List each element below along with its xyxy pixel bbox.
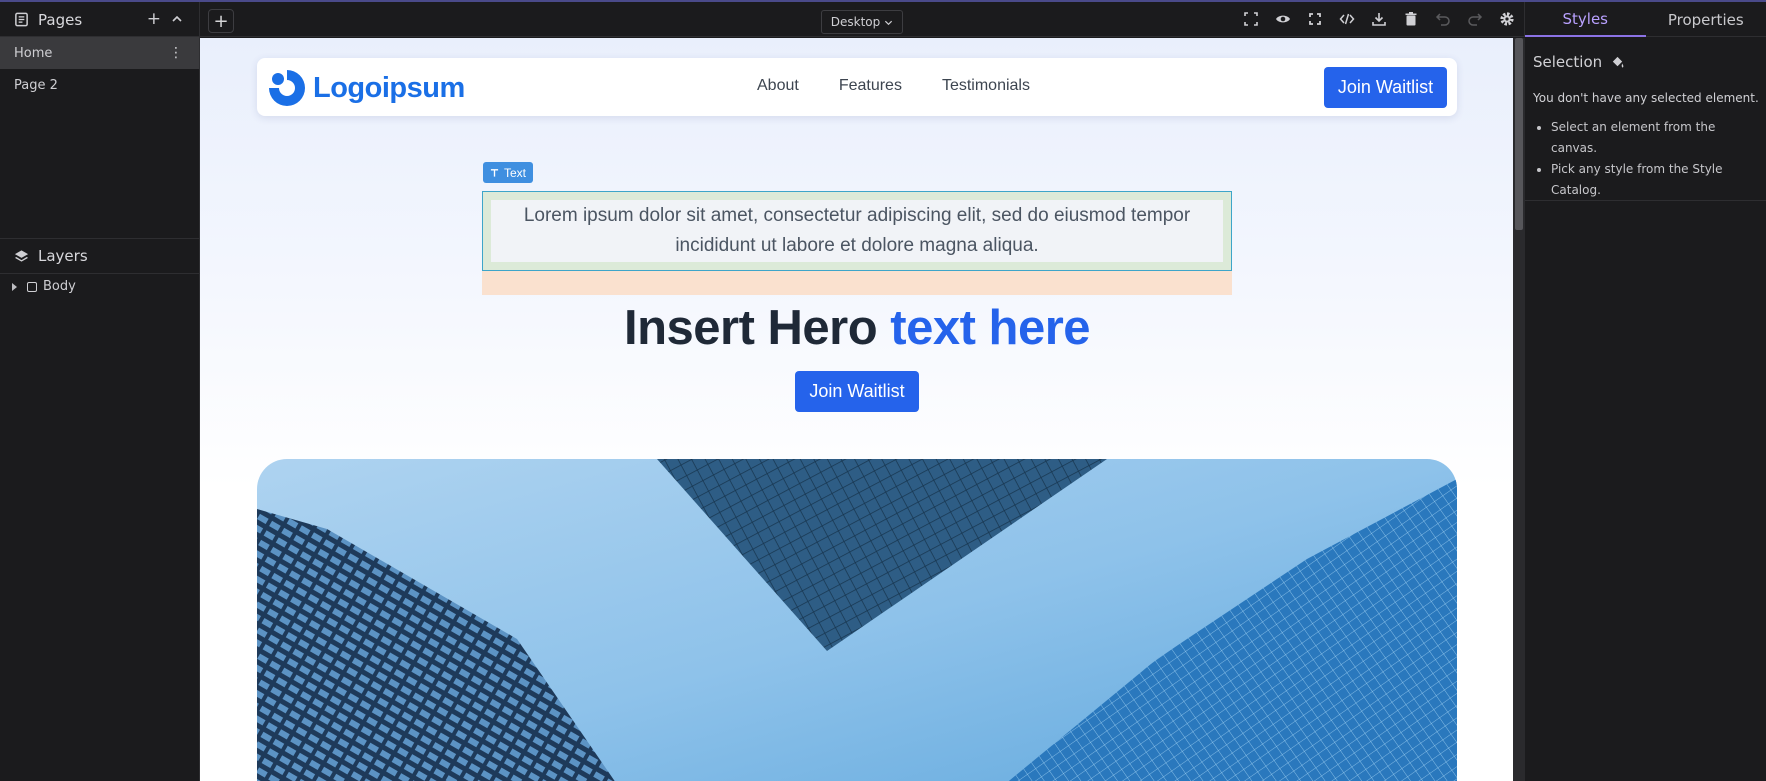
download-icon[interactable] [1370,10,1388,28]
undo-icon[interactable] [1434,10,1452,28]
delete-icon[interactable] [1402,10,1420,28]
nav-link-about[interactable]: About [757,77,799,95]
hero-title-plain: Insert Hero [623,301,878,355]
layers-icon [14,249,29,262]
badge-label: Text [504,165,527,180]
page-label: Page 2 [14,77,58,93]
pages-panel-header: Pages + [0,2,200,37]
hero-image[interactable] [257,459,1457,781]
expand-caret-icon[interactable] [12,282,17,291]
page-item-page-2[interactable]: Page 2 [0,69,199,101]
paint-bucket-icon [1612,56,1624,68]
preview-eye-icon[interactable] [1274,10,1292,28]
no-selection-message: You don't have any selected element. [1533,91,1759,105]
scrollbar-thumb[interactable] [1515,38,1523,230]
margin-highlight [482,271,1232,295]
site-logo[interactable]: Logoipsum [267,68,465,108]
page-item-home[interactable]: Home ⋮ [0,37,199,69]
selection-label: Selection [1533,53,1603,71]
selection-hints: Select an element from the canvas. Pick … [1551,117,1761,201]
nav-link-testimonials[interactable]: Testimonials [942,77,1030,95]
nav-join-waitlist-button[interactable]: Join Waitlist [1324,67,1447,108]
divider [1525,200,1766,201]
box-icon [27,281,37,292]
selection-header: Selection [1533,53,1625,71]
canvas-tools [1242,10,1516,28]
logo-mark-icon [269,70,305,106]
device-select-value: Desktop [830,15,881,29]
hero-join-waitlist-button[interactable]: Join Waitlist [795,371,919,412]
page-label: Home [14,45,53,61]
select-outline-icon[interactable] [1242,10,1260,28]
selected-text-element[interactable]: Lorem ipsum dolor sit amet, consectetur … [482,191,1232,271]
hero-title-accent: text here [890,301,1091,355]
settings-icon[interactable] [1498,10,1516,28]
chevron-down-icon [885,20,893,25]
layer-label: Body [43,279,76,294]
redo-icon[interactable] [1466,10,1484,28]
site-navbar[interactable]: Logoipsum About Features Testimonials Jo… [257,58,1457,116]
device-select[interactable]: Desktop [821,10,903,34]
pages-title: Pages [38,10,83,29]
add-page-icon[interactable]: + [147,11,161,28]
more-options-icon[interactable]: ⋮ [169,45,183,61]
hero-title[interactable]: Insert Hero text here [257,300,1457,356]
editor-app: Pages + + Desktop Styles Properties Home… [0,0,1766,781]
logo-text: Logoipsum [313,71,465,104]
layer-item-body[interactable]: Body [12,279,76,294]
code-icon[interactable] [1338,10,1356,28]
layers-title: Layers [38,247,88,265]
fullscreen-icon[interactable] [1306,10,1324,28]
selected-element-badge: Text [483,162,534,183]
right-panel-tabs: Styles Properties [1524,2,1766,37]
tab-styles[interactable]: Styles [1525,2,1646,37]
nav-links: About Features Testimonials [757,77,1030,95]
left-sidebar: Home ⋮ Page 2 Layers Body [0,37,200,781]
skyscraper-image [257,459,1457,781]
hero-subtext[interactable]: Lorem ipsum dolor sit amet, consectetur … [491,200,1223,262]
hint-item: Select an element from the canvas. [1551,117,1761,159]
layers-panel-header: Layers [0,238,200,274]
tab-properties[interactable]: Properties [1646,2,1766,37]
pages-icon [15,12,28,27]
nav-link-features[interactable]: Features [839,77,902,95]
canvas-scrollbar[interactable] [1513,38,1525,781]
top-toolbar: Pages + + Desktop Styles Properties [0,0,1766,37]
add-block-button[interactable]: + [208,9,234,33]
text-type-icon [490,168,499,177]
right-sidebar: Selection You don't have any selected el… [1525,37,1766,781]
collapse-chevron-icon[interactable] [171,13,183,25]
design-canvas[interactable]: Logoipsum About Features Testimonials Jo… [200,38,1513,781]
hint-item: Pick any style from the Style Catalog. [1551,159,1761,201]
